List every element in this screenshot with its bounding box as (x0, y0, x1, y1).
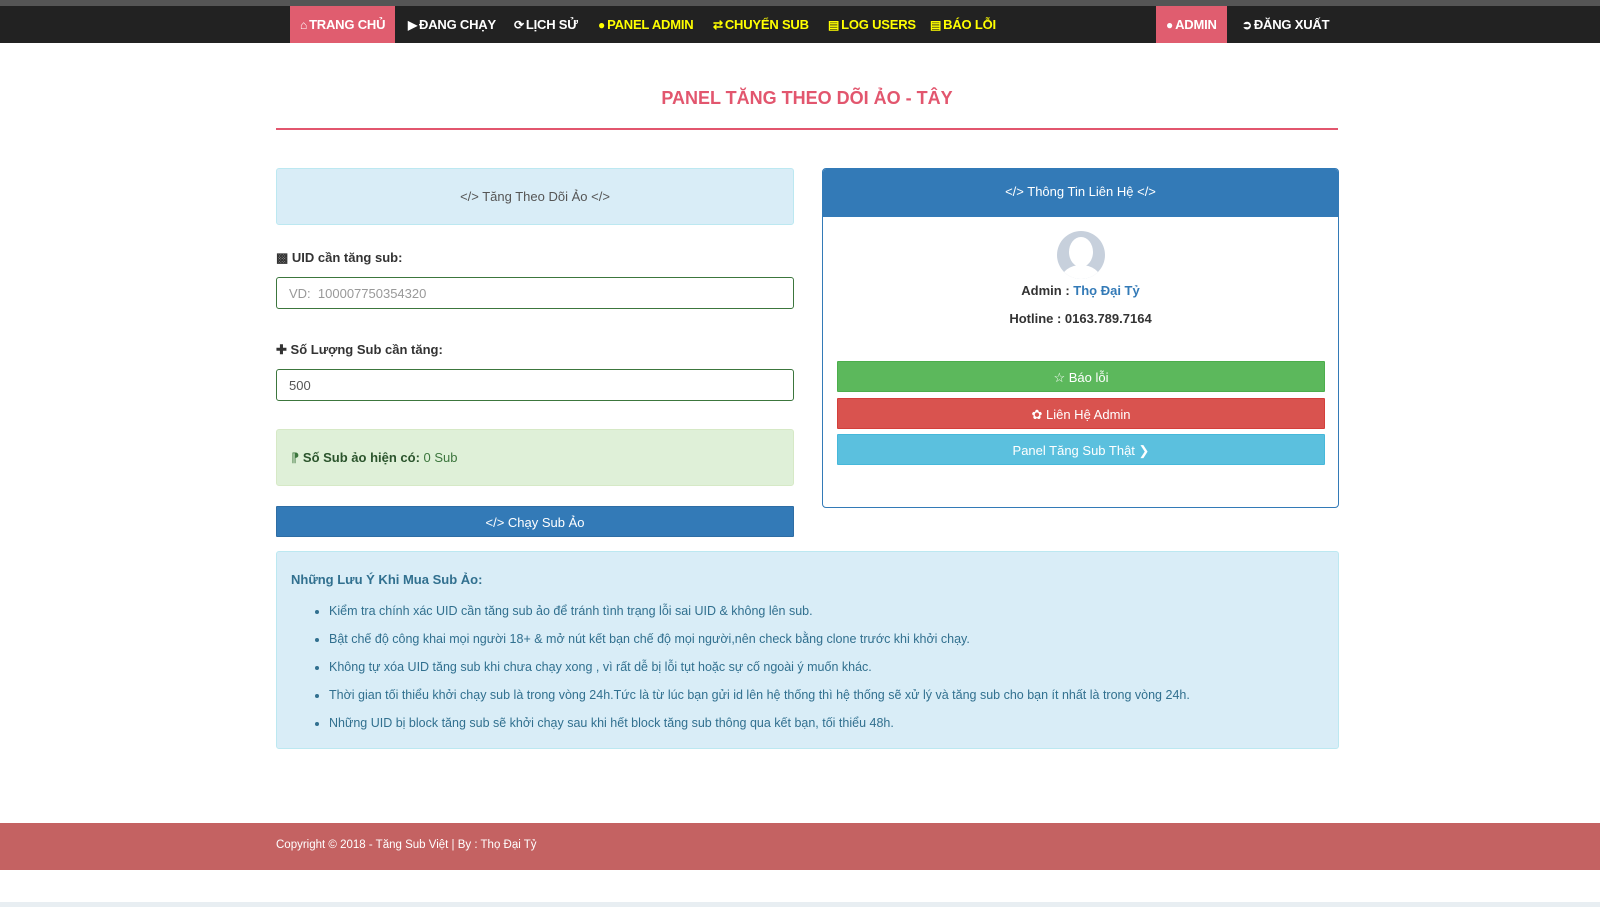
run-sub-button[interactable]: </> Chạy Sub Ảo (276, 506, 794, 537)
admin-line: Admin : Thọ Đại Tỷ (823, 283, 1338, 298)
nav-panel-admin-label: PANEL ADMIN (607, 17, 694, 32)
list-item: Những UID bị block tăng sub sẽ khởi chạy… (329, 709, 1324, 737)
list-icon: ▤ (930, 18, 942, 32)
paw-icon: ✿ (1031, 407, 1043, 422)
nav-transfer-sub-label: CHUYỂN SUB (724, 17, 809, 32)
list-item: Không tự xóa UID tăng sub khi chưa chạy … (329, 653, 1324, 681)
nav-logout[interactable]: ➲ ĐĂNG XUẤT (1242, 6, 1330, 43)
rss-icon: ⁋ (291, 450, 300, 465)
report-error-button-label: Báo lỗi (1068, 370, 1109, 385)
id-card-icon: ▩ (276, 250, 289, 265)
user-icon: ● (1166, 18, 1174, 32)
title-divider (276, 128, 1338, 130)
avatar (1057, 231, 1105, 279)
nav-transfer-sub[interactable]: ⇄ CHUYỂN SUB (713, 6, 809, 43)
uid-label-row: ▩ UID cần tăng sub: (276, 250, 402, 266)
list-item: Kiểm tra chính xác UID cần tăng sub ảo đ… (329, 597, 1324, 625)
home-icon: ⌂ (300, 18, 308, 32)
chevron-right-icon: ❯ (1138, 443, 1150, 458)
refresh-icon: ⟳ (514, 18, 524, 32)
page-title: PANEL TĂNG THEO DÕI ẢO - TÂY (661, 88, 953, 108)
uid-input[interactable] (276, 277, 794, 309)
top-navbar: ⌂ TRANG CHỦ ▶ ĐANG CHẠY ⟳ LỊCH SỬ ● PANEL AD… (0, 6, 1600, 43)
current-sub-label: Số Sub ảo hiện có: (302, 450, 420, 465)
admin-name-link[interactable]: Thọ Đại Tỷ (1073, 283, 1139, 298)
bottom-edge (0, 902, 1600, 907)
contact-card-heading: </> Thông Tin Liên Hệ </> (823, 169, 1338, 217)
real-sub-panel-button[interactable]: Panel Tăng Sub Thật ❯ (837, 434, 1325, 465)
admin-prefix: Admin : (1021, 283, 1074, 298)
nav-admin-label: ADMIN (1175, 17, 1217, 32)
nav-log-users[interactable]: ▤ LOG USERS (828, 6, 916, 43)
notes-title: Những Lưu Ý Khi Mua Sub Ảo: (291, 572, 483, 587)
list-item: Bật chế độ công khai mọi người 18+ & mở … (329, 625, 1324, 653)
list-item: Thời gian tối thiểu khởi chạy sub là tro… (329, 681, 1324, 709)
uid-label: UID cần tăng sub: (291, 250, 403, 265)
real-sub-panel-button-label: Panel Tăng Sub Thật (1012, 443, 1135, 458)
quantity-input[interactable] (276, 369, 794, 401)
form-panel-heading: </> Tăng Theo Dõi Ảo </> (276, 168, 794, 225)
nav-report-error[interactable]: ▤ BÁO LỖI (930, 6, 996, 43)
nav-log-users-label: LOG USERS (841, 17, 916, 32)
nav-history-label: LỊCH SỬ (525, 17, 578, 32)
footer: Copyright © 2018 - Tăng Sub Việt | By : … (0, 823, 1600, 870)
footer-copyright: Copyright © 2018 - Tăng Sub Việt | By : … (276, 839, 537, 851)
plus-icon: ✚ (276, 342, 287, 357)
contact-admin-button[interactable]: ✿ Liên Hệ Admin (837, 398, 1325, 429)
list-icon: ▤ (828, 18, 840, 32)
nav-history[interactable]: ⟳ LỊCH SỬ (514, 6, 578, 43)
nav-running[interactable]: ▶ ĐANG CHẠY (408, 6, 496, 43)
nav-home[interactable]: ⌂ TRANG CHỦ (290, 6, 396, 43)
notes-list: Kiểm tra chính xác UID cần tăng sub ảo đ… (291, 597, 1324, 737)
nav-running-label: ĐANG CHẠY (419, 17, 496, 32)
notes-box: Những Lưu Ý Khi Mua Sub Ảo: Kiểm tra chí… (276, 551, 1339, 749)
nav-logout-label: ĐĂNG XUẤT (1253, 17, 1330, 32)
quantity-label: Số Lượng Sub cần tăng: (290, 342, 443, 357)
report-error-button[interactable]: ☆ Báo lỗi (837, 361, 1325, 392)
nav-report-error-label: BÁO LỖI (943, 17, 996, 32)
nav-admin[interactable]: ● ADMIN (1156, 6, 1227, 43)
contact-admin-button-label: Liên Hệ Admin (1045, 407, 1131, 422)
star-icon: ☆ (1053, 370, 1066, 385)
logout-icon: ➲ (1242, 18, 1252, 32)
nav-panel-admin[interactable]: ● PANEL ADMIN (598, 6, 694, 43)
contact-card: </> Thông Tin Liên Hệ </> Admin : Thọ Đạ… (822, 168, 1339, 508)
current-sub-value: 0 Sub (423, 450, 458, 465)
hotline: Hotline : 0163.789.7164 (1009, 311, 1152, 326)
current-sub-box: ⁋ Số Sub ảo hiện có: 0 Sub (276, 429, 794, 486)
nav-home-label: TRANG CHỦ (309, 17, 386, 32)
quantity-label-row: ✚ Số Lượng Sub cần tăng: (276, 342, 443, 358)
play-icon: ▶ (408, 18, 418, 32)
shuffle-icon: ⇄ (713, 18, 723, 32)
user-icon: ● (598, 18, 606, 32)
